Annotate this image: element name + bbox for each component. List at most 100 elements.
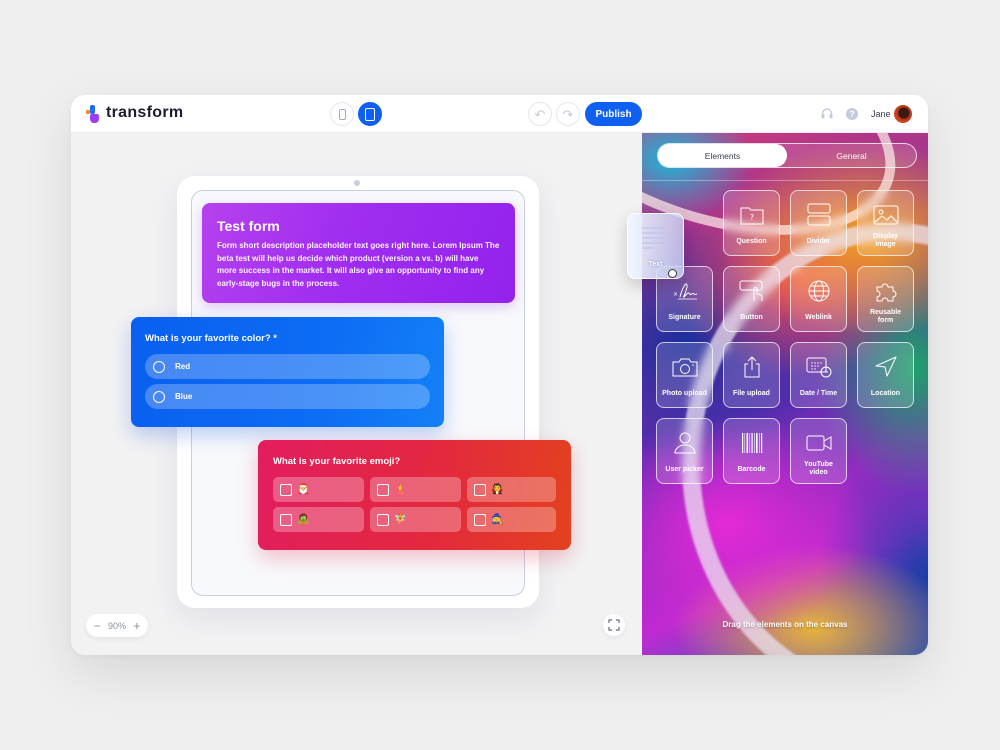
zoom-out-button[interactable]: − [94,619,101,633]
location-arrow-icon [875,356,896,377]
element-divider[interactable]: Divider [790,190,847,256]
element-label: Display image [873,233,898,248]
checkbox-option[interactable]: 🧜 [370,477,461,502]
zoom-in-button[interactable]: + [133,619,140,633]
radio-option-blue[interactable]: Blue [145,384,430,409]
element-location[interactable]: Location [857,342,914,408]
checkbox-icon [280,483,292,496]
question-label: What is your favorite emoji? [273,456,401,467]
checkbox-option[interactable]: 🧛 [467,477,556,502]
dragging-element-text[interactable]: Text [627,213,684,279]
redo-button[interactable]: ↷ [556,102,580,126]
emoji-question-card[interactable]: What is your favorite emoji? 🎅 🧜 🧛 🧟 🧚 🧙 [258,440,571,550]
emoji-mage: 🧙 [491,514,504,525]
element-label: File upload [733,390,770,397]
phone-view-button[interactable] [330,102,354,126]
camera-icon [672,358,697,377]
element-photo-upload[interactable]: Photo upload [656,342,713,408]
radio-option-red[interactable]: Red [145,354,430,379]
element-label: Barcode [737,466,766,473]
option-label: Blue [175,392,193,401]
form-description: Form short description placeholder text … [217,241,500,288]
form-title: Test form [217,218,280,234]
checkbox-option[interactable]: 🧙 [467,507,556,532]
question-folder-icon: ? [740,207,763,225]
element-label: YouTube video [804,461,833,476]
emoji-options: 🎅 🧜 🧛 🧟 🧚 🧙 [273,477,556,532]
video-camera-icon [806,435,831,451]
element-label: Question [736,238,767,245]
tab-elements[interactable]: Elements [658,144,787,167]
question-label: What is your favorite color? * [145,333,277,344]
element-barcode[interactable]: Barcode [723,418,780,484]
phone-icon [338,108,346,120]
headset-icon[interactable] [820,107,834,121]
checkbox-option[interactable]: 🧟 [273,507,364,532]
checkbox-icon [474,513,486,526]
element-label: Signature [668,314,701,321]
form-header-card[interactable]: Test form Form short description placeho… [202,203,515,303]
svg-text:×: × [673,291,678,298]
element-question[interactable]: ? Question [723,190,780,256]
panel-tabs: Elements General [657,143,917,168]
upload-icon [744,356,759,378]
color-question-card[interactable]: What is your favorite color? * Red Blue [131,317,444,427]
element-file-upload[interactable]: File upload [723,342,780,408]
element-button[interactable]: Button [723,266,780,332]
radio-icon [153,360,165,373]
text-lines-icon [642,227,664,249]
element-reusable-form[interactable]: Reusable form [857,266,914,332]
brand-name: transform [106,104,184,121]
divider-icon [807,203,830,226]
panel-hint: Drag the elements on the canvas [722,620,848,629]
divider [642,180,928,181]
element-label: Text [648,261,663,268]
avatar[interactable] [894,105,912,123]
element-label: Divider [806,238,831,245]
signature-icon: × [673,283,697,300]
fullscreen-icon [608,619,620,631]
element-weblink[interactable]: Weblink [790,266,847,332]
logo-icon [86,105,100,125]
app-window: transform ↶ ↷ Publish ? Jane Test form F… [71,95,928,655]
svg-text:?: ? [749,213,753,222]
redo-icon: ↷ [562,106,574,122]
user-name[interactable]: Jane [871,109,891,119]
element-display-image[interactable]: Display image [857,190,914,256]
publish-button[interactable]: Publish [585,102,642,126]
elements-panel: Elements General ? Question Divider Disp… [642,133,928,655]
checkbox-option[interactable]: 🧚 [370,507,461,532]
element-label: Reusable form [869,309,902,324]
checkbox-option[interactable]: 🎅 [273,477,364,502]
zoom-control: − 90% + [86,614,148,637]
tablet-view-button[interactable] [358,102,382,126]
element-youtube-video[interactable]: YouTube video [790,418,847,484]
help-icon[interactable]: ? [846,108,858,120]
element-label: Photo upload [662,390,707,397]
radio-icon [153,390,165,403]
element-label: Weblink [805,314,832,321]
emoji-santa: 🎅 [297,484,310,495]
globe-icon [808,280,829,302]
option-label: Red [175,362,191,371]
image-icon [873,205,898,225]
undo-button[interactable]: ↶ [528,102,552,126]
element-label: User picker [665,466,704,473]
element-user-picker[interactable]: User picker [656,418,713,484]
element-label: Location [870,390,901,397]
emoji-vampire: 🧛 [491,484,504,495]
checkbox-icon [474,483,486,496]
element-date-time[interactable]: Date / Time [790,342,847,408]
fullscreen-button[interactable] [603,614,625,636]
form-canvas: Test form Form short description placeho… [71,133,642,655]
puzzle-icon [876,283,896,302]
undo-icon: ↶ [534,106,546,122]
top-bar: transform ↶ ↷ Publish ? Jane [71,95,928,133]
checkbox-icon [377,483,389,496]
tablet-icon [365,107,375,121]
tab-general[interactable]: General [787,144,916,167]
emoji-zombie: 🧟 [297,514,310,525]
grab-cursor-icon [668,269,677,278]
user-icon [673,432,696,454]
element-label: Button [740,314,763,321]
